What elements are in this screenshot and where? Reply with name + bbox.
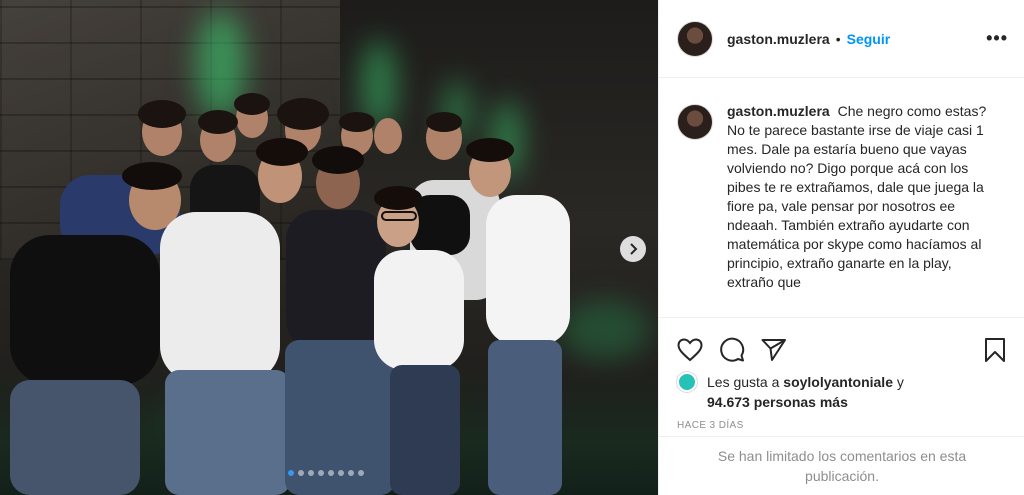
avatar[interactable] xyxy=(677,20,713,57)
heart-icon xyxy=(677,338,703,362)
carousel-dot xyxy=(358,470,364,476)
likes-prefix: Les gusta a xyxy=(707,374,780,390)
carousel-dot xyxy=(348,470,354,476)
save-button[interactable] xyxy=(980,335,1010,365)
share-button[interactable] xyxy=(759,335,789,365)
likes-and: y xyxy=(896,374,904,390)
carousel-dot xyxy=(308,470,314,476)
action-bar xyxy=(659,318,1024,370)
username-link[interactable]: gaston.muzlera xyxy=(727,31,830,47)
caption: gaston.muzlera Che negro como estas? No … xyxy=(727,102,987,317)
comment-button[interactable] xyxy=(717,335,747,365)
separator: • xyxy=(835,30,841,47)
post-photo[interactable] xyxy=(0,0,658,495)
group-of-people xyxy=(10,93,570,495)
avatar[interactable] xyxy=(677,104,713,140)
post-sidebar: gaston.muzlera • Seguir ••• gaston.muzle… xyxy=(658,0,1024,495)
carousel-indicator xyxy=(288,470,364,476)
like-button[interactable] xyxy=(675,335,705,365)
caption-section: gaston.muzlera Che negro como estas? No … xyxy=(659,78,1024,318)
carousel-dot xyxy=(318,470,324,476)
liker-username-link[interactable]: soylolyantoniale xyxy=(783,374,893,390)
caption-username-link[interactable]: gaston.muzlera xyxy=(727,103,830,119)
liker-avatar[interactable] xyxy=(677,372,697,392)
bookmark-icon xyxy=(985,338,1005,362)
post-header: gaston.muzlera • Seguir ••• xyxy=(659,0,1024,78)
comments-limited-notice: Se han limitado los comentarios en esta … xyxy=(659,436,1024,495)
more-options-icon[interactable]: ••• xyxy=(986,28,1008,49)
comment-icon xyxy=(720,337,745,362)
carousel-dot xyxy=(288,470,294,476)
chevron-right-icon xyxy=(630,243,638,255)
follow-button[interactable]: Seguir xyxy=(847,31,891,47)
share-icon xyxy=(761,339,786,361)
likes-text: Les gusta a soylolyantoniale y 94.673 pe… xyxy=(707,372,904,412)
likes-count-link[interactable]: 94.673 personas más xyxy=(707,394,848,410)
carousel-dot xyxy=(338,470,344,476)
caption-text: Che negro como estas? No te parece basta… xyxy=(727,103,987,290)
carousel-next-button[interactable] xyxy=(620,236,646,262)
carousel-dot xyxy=(298,470,304,476)
carousel-dot xyxy=(328,470,334,476)
likes-section: Les gusta a soylolyantoniale y 94.673 pe… xyxy=(659,370,1024,412)
